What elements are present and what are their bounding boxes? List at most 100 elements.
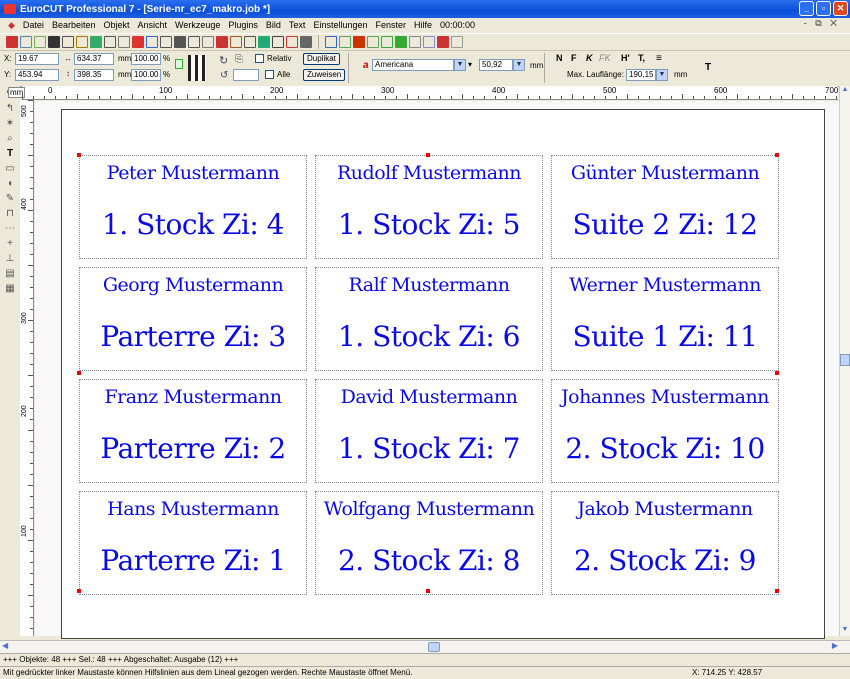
horizontal-ruler[interactable]: mm 0 100 200 300 400 500 600 700	[8, 86, 838, 100]
close-button[interactable]: ✕	[833, 1, 848, 16]
rectangle-tool-icon[interactable]: ▭	[4, 163, 16, 174]
width-field[interactable]: 634.37	[74, 53, 114, 65]
scroll-up-icon[interactable]: ▲	[840, 86, 850, 96]
anchor-grid-icon[interactable]	[188, 55, 206, 81]
help-icon[interactable]	[451, 36, 463, 48]
contour-icon[interactable]	[367, 36, 379, 48]
address-label-card[interactable]: Hans Mustermann Parterre Zi: 1	[79, 491, 307, 595]
address-label-card[interactable]: Günter Mustermann Suite 2 Zi: 12	[551, 155, 779, 259]
vertical-scrollbar[interactable]: ▲ ▼	[839, 86, 850, 636]
save-icon[interactable]	[34, 36, 46, 48]
cut-icon[interactable]	[62, 36, 74, 48]
relativ-checkbox[interactable]	[255, 54, 264, 63]
table-icon[interactable]	[423, 36, 435, 48]
duplikat-button[interactable]: Duplikat	[303, 53, 340, 65]
undo-icon[interactable]	[104, 36, 116, 48]
menu-hilfe[interactable]: Hilfe	[410, 20, 436, 30]
normal-style-button[interactable]: N	[556, 53, 563, 63]
scale-y-field[interactable]: 100.00	[131, 69, 161, 81]
menu-bearbeiten[interactable]: Bearbeiten	[48, 20, 100, 30]
menu-plugins[interactable]: Plugins	[224, 20, 262, 30]
lock-ratio-icon[interactable]	[175, 59, 183, 69]
address-label-card[interactable]: Jakob Mustermann 2. Stock Zi: 9	[551, 491, 779, 595]
selection-handle[interactable]	[77, 371, 81, 375]
fill-tool-icon[interactable]: ◖	[4, 178, 16, 189]
ungroup-icon[interactable]	[146, 36, 158, 48]
plot-icon[interactable]	[353, 36, 365, 48]
x-position-field[interactable]: 19.67	[15, 53, 59, 65]
superscript-button[interactable]: H'	[621, 53, 630, 63]
zoom-icon[interactable]: ⌕	[4, 133, 16, 144]
group-icon[interactable]	[132, 36, 144, 48]
address-label-card[interactable]: Ralf Mustermann 1. Stock Zi: 6	[315, 267, 543, 371]
address-label-card[interactable]: Werner Mustermann Suite 1 Zi: 11	[551, 267, 779, 371]
font-select[interactable]: Americana	[372, 59, 454, 71]
zuweisen-button[interactable]: Zuweisen	[303, 69, 346, 81]
align-left-icon[interactable]	[160, 36, 172, 48]
rotate-icon[interactable]	[272, 36, 284, 48]
selection-handle[interactable]	[77, 153, 81, 157]
menu-datei[interactable]: Datei	[19, 20, 48, 30]
scroll-left-icon[interactable]: ◀	[2, 641, 8, 650]
max-length-dropdown-arrow-icon[interactable]: ▼	[656, 69, 668, 81]
vertical-ruler[interactable]: 500 400 300 200 100	[20, 100, 34, 636]
node-icon[interactable]	[300, 36, 312, 48]
line-tool-icon[interactable]: ⊓	[4, 208, 16, 219]
menu-objekt[interactable]: Objekt	[99, 20, 133, 30]
alle-checkbox[interactable]	[265, 70, 274, 79]
selection-handle[interactable]	[426, 153, 430, 157]
color-icon[interactable]	[395, 36, 407, 48]
rotation-icon[interactable]: ↻	[219, 54, 228, 67]
height-field[interactable]: 398.35	[74, 69, 114, 81]
selection-handle[interactable]	[775, 153, 779, 157]
copy-icon[interactable]	[76, 36, 88, 48]
font-size-dropdown-arrow-icon[interactable]: ▼	[513, 59, 525, 71]
address-label-card[interactable]: Georg Mustermann Parterre Zi: 3	[79, 267, 307, 371]
horizontal-scrollbar[interactable]: ◀ ▶	[0, 640, 850, 653]
font-size-field[interactable]: 50,92	[479, 59, 513, 71]
address-label-card[interactable]: Franz Mustermann Parterre Zi: 2	[79, 379, 307, 483]
address-label-card[interactable]: David Mustermann 1. Stock Zi: 7	[315, 379, 543, 483]
horizontal-scroll-thumb[interactable]	[428, 642, 440, 652]
fill-icon[interactable]	[381, 36, 393, 48]
align-right-icon[interactable]	[188, 36, 200, 48]
address-label-card[interactable]: Rudolf Mustermann 1. Stock Zi: 5	[315, 155, 543, 259]
import-icon[interactable]	[325, 36, 337, 48]
plus-tool-icon[interactable]: +	[4, 238, 16, 249]
document-window-controls[interactable]: - ⧉ ✕	[800, 18, 844, 29]
selection-handle[interactable]	[77, 589, 81, 593]
selection-handle[interactable]	[775, 589, 779, 593]
menu-werkzeuge[interactable]: Werkzeuge	[171, 20, 224, 30]
menu-fenster[interactable]: Fenster	[371, 20, 410, 30]
weld-icon[interactable]	[216, 36, 228, 48]
scroll-down-icon[interactable]: ▼	[840, 626, 850, 636]
subscript-button[interactable]: T,	[638, 53, 645, 63]
scroll-right-icon[interactable]: ▶	[832, 641, 838, 650]
address-label-card[interactable]: Johannes Mustermann 2. Stock Zi: 10	[551, 379, 779, 483]
export-icon[interactable]	[339, 36, 351, 48]
bold-style-button[interactable]: F	[571, 53, 577, 63]
align-icon[interactable]: ≡	[656, 53, 662, 64]
measure-tool-icon[interactable]: ⊥	[4, 253, 16, 264]
minimize-button[interactable]: _	[799, 1, 814, 16]
italic-style-button[interactable]: K	[586, 53, 593, 63]
distribute-icon[interactable]	[202, 36, 214, 48]
print-icon[interactable]	[48, 36, 60, 48]
mirror-icon[interactable]	[258, 36, 270, 48]
maximize-button[interactable]: ▫	[816, 1, 831, 16]
paste-icon[interactable]	[90, 36, 102, 48]
menu-bild[interactable]: Bild	[262, 20, 285, 30]
open-icon[interactable]	[20, 36, 32, 48]
bold-italic-style-button[interactable]: FK	[599, 53, 611, 63]
font-dropdown-arrow-icon[interactable]: ▼	[454, 59, 466, 71]
pen-tool-icon[interactable]: ✎	[4, 193, 16, 204]
y-position-field[interactable]: 453.94	[15, 69, 59, 81]
address-label-card[interactable]: Wolfgang Mustermann 2. Stock Zi: 8	[315, 491, 543, 595]
scroll-thumb[interactable]	[840, 354, 850, 366]
text-tool-icon[interactable]: T	[4, 148, 16, 159]
copy-icon[interactable]: ⎘	[235, 54, 243, 65]
node-icon[interactable]: ✶	[4, 118, 16, 129]
menu-text[interactable]: Text	[285, 20, 310, 30]
text-tool-button[interactable]: T	[705, 62, 711, 73]
grid-tool-icon[interactable]: ▦	[4, 283, 16, 294]
